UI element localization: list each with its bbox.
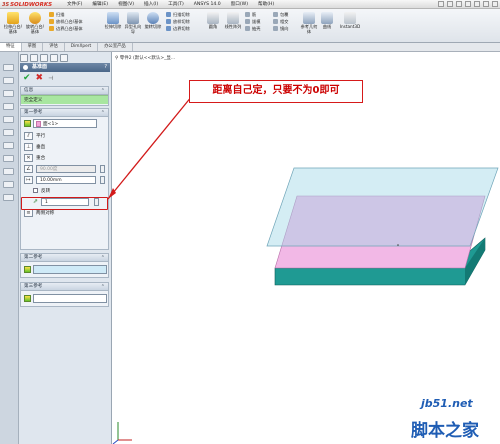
callout-arrow [107,95,193,200]
origin-point [397,244,399,246]
z-axis-icon [112,439,119,444]
offset-plane-preview[interactable] [266,167,499,247]
watermark-site: jb51.net [421,397,473,410]
watermark-name: 脚本之家 [411,421,479,441]
annotation-callout: 距离自己定，只要不为0即可 [189,80,363,103]
model-view [107,95,499,444]
